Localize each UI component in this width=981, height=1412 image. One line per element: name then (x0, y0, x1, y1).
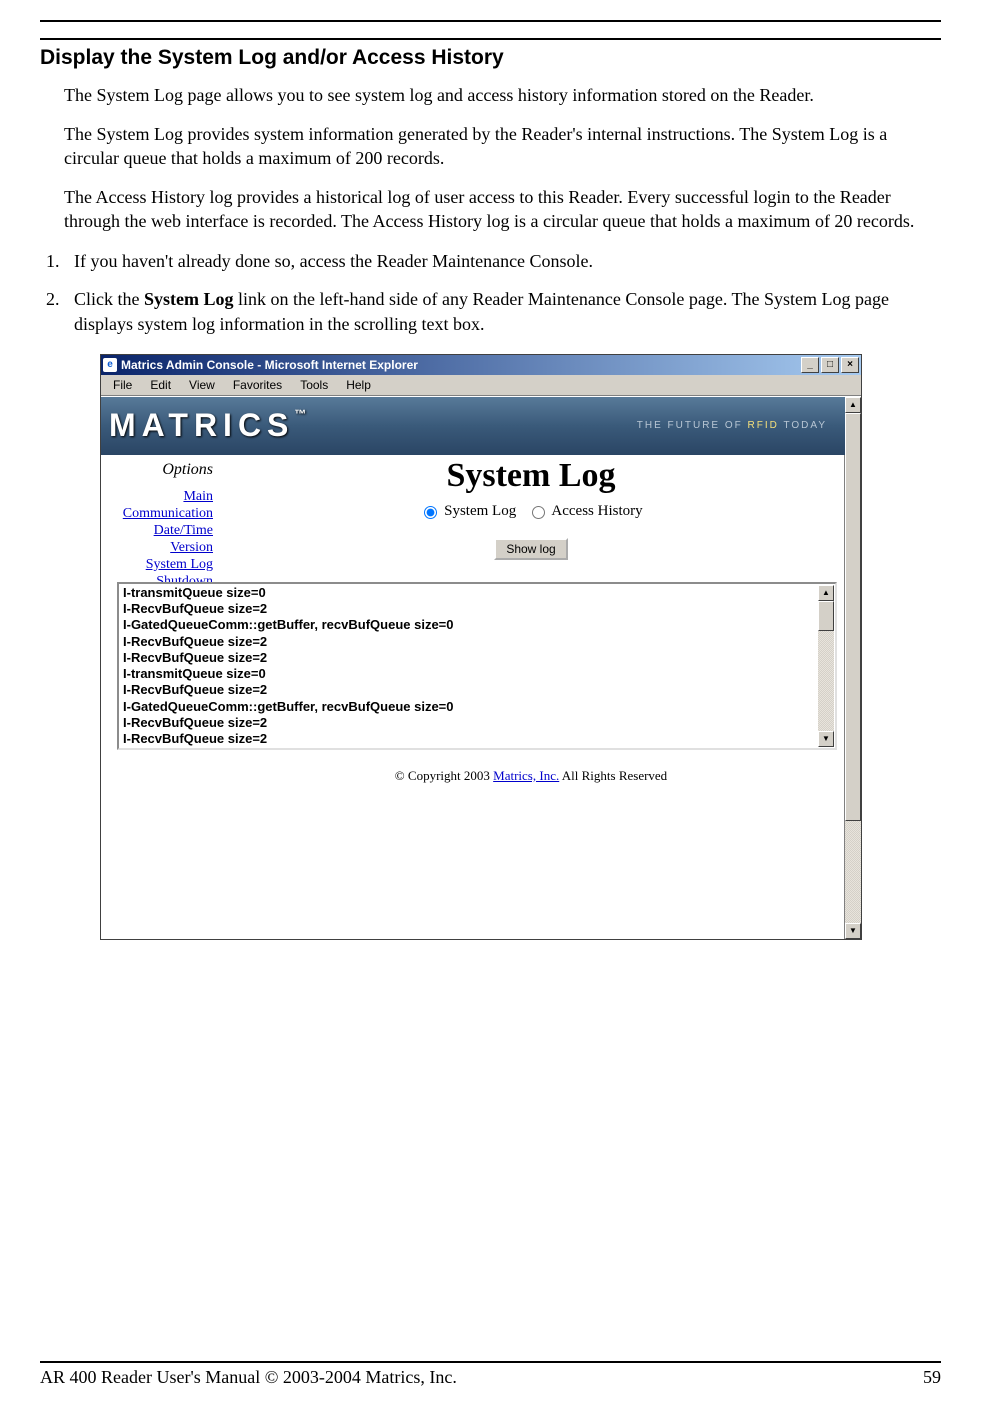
paragraph-2: The System Log provides system informati… (40, 123, 941, 170)
sidebar-link-communication[interactable]: Communication (101, 506, 213, 522)
brand-tagline: THE FUTURE OF RFID TODAY (637, 420, 827, 432)
section-heading: Display the System Log and/or Access His… (40, 46, 941, 70)
step-2-bold: System Log (144, 289, 234, 309)
log-textarea[interactable]: I-transmitQueue size=0I-RecvBufQueue siz… (117, 582, 837, 750)
show-log-button[interactable]: Show log (494, 538, 567, 560)
sidebar-link-version[interactable]: Version (101, 540, 213, 556)
log-line: I-RecvBufQueue size=2 (123, 601, 815, 617)
page-top-rule (40, 20, 941, 22)
log-scroll-down-icon[interactable]: ▼ (818, 731, 834, 747)
browser-window: e Matrics Admin Console - Microsoft Inte… (100, 354, 862, 940)
minimize-button[interactable]: _ (801, 357, 819, 373)
step-2-text-a: Click the (74, 289, 144, 309)
log-type-radio-group: System Log Access History (217, 503, 845, 520)
console-page-title: System Log (217, 457, 845, 495)
trademark-icon: ™ (294, 407, 306, 421)
log-scrollbar[interactable]: ▲ ▼ (818, 585, 834, 747)
paragraph-1: The System Log page allows you to see sy… (40, 84, 941, 107)
footer-left-text: AR 400 Reader User's Manual © 2003-2004 … (40, 1367, 457, 1388)
log-line: I-RecvBufQueue size=2 (123, 650, 815, 666)
brand-name: MATRICS™ (109, 407, 306, 443)
browser-menubar: File Edit View Favorites Tools Help (101, 375, 861, 396)
radio-system-log[interactable] (424, 506, 437, 519)
menu-favorites[interactable]: Favorites (225, 376, 290, 394)
menu-help[interactable]: Help (338, 376, 379, 394)
menu-view[interactable]: View (181, 376, 223, 394)
menu-tools[interactable]: Tools (292, 376, 336, 394)
steps-list: If you haven't already done so, access t… (40, 249, 941, 336)
log-line: I-transmitQueue size=0 (123, 666, 815, 682)
console-copyright: © Copyright 2003 Matrics, Inc. All Right… (217, 768, 845, 784)
radio-access-history[interactable] (532, 506, 545, 519)
sidebar-header: Options (101, 461, 213, 479)
ie-icon: e (103, 358, 117, 372)
log-line: I-RecvBufQueue size=2 (123, 682, 815, 698)
sidebar-link-main[interactable]: Main (101, 489, 213, 505)
log-line: I-RecvBufQueue size=2 (123, 634, 815, 650)
scroll-up-icon[interactable]: ▲ (845, 397, 861, 413)
page-footer: AR 400 Reader User's Manual © 2003-2004 … (40, 1361, 941, 1388)
footer-rule (40, 1361, 941, 1363)
log-line: I-RecvBufQueue size=2 (123, 731, 815, 746)
radio-access-history-label: Access History (551, 503, 642, 519)
window-titlebar: e Matrics Admin Console - Microsoft Inte… (101, 355, 861, 375)
log-line: I-GatedQueueComm::getBuffer, recvBufQueu… (123, 699, 815, 715)
window-title: Matrics Admin Console - Microsoft Intern… (121, 358, 418, 372)
sidebar-link-datetime[interactable]: Date/Time (101, 523, 213, 539)
paragraph-3: The Access History log provides a histor… (40, 186, 941, 233)
sidebar-link-systemlog[interactable]: System Log (101, 557, 213, 573)
log-line: I-transmitQueue size=0 (123, 585, 815, 601)
menu-file[interactable]: File (105, 376, 140, 394)
step-2: Click the System Log link on the left-ha… (64, 287, 941, 336)
menu-edit[interactable]: Edit (142, 376, 179, 394)
radio-system-log-label: System Log (444, 503, 516, 519)
brand-banner: MATRICS™ THE FUTURE OF RFID TODAY (101, 397, 845, 455)
footer-page-number: 59 (923, 1367, 941, 1388)
matrics-link[interactable]: Matrics, Inc. (493, 768, 559, 783)
log-line: I-RecvBufQueue size=2 (123, 715, 815, 731)
step-1: If you haven't already done so, access t… (64, 249, 941, 273)
close-button[interactable]: × (841, 357, 859, 373)
scroll-down-icon[interactable]: ▼ (845, 923, 861, 939)
log-line: I-GatedQueueComm::getBuffer, recvBufQueu… (123, 617, 815, 633)
section-top-rule (40, 38, 941, 40)
maximize-button[interactable]: □ (821, 357, 839, 373)
browser-scrollbar[interactable]: ▲ ▼ (844, 397, 861, 939)
log-scroll-up-icon[interactable]: ▲ (818, 585, 834, 601)
